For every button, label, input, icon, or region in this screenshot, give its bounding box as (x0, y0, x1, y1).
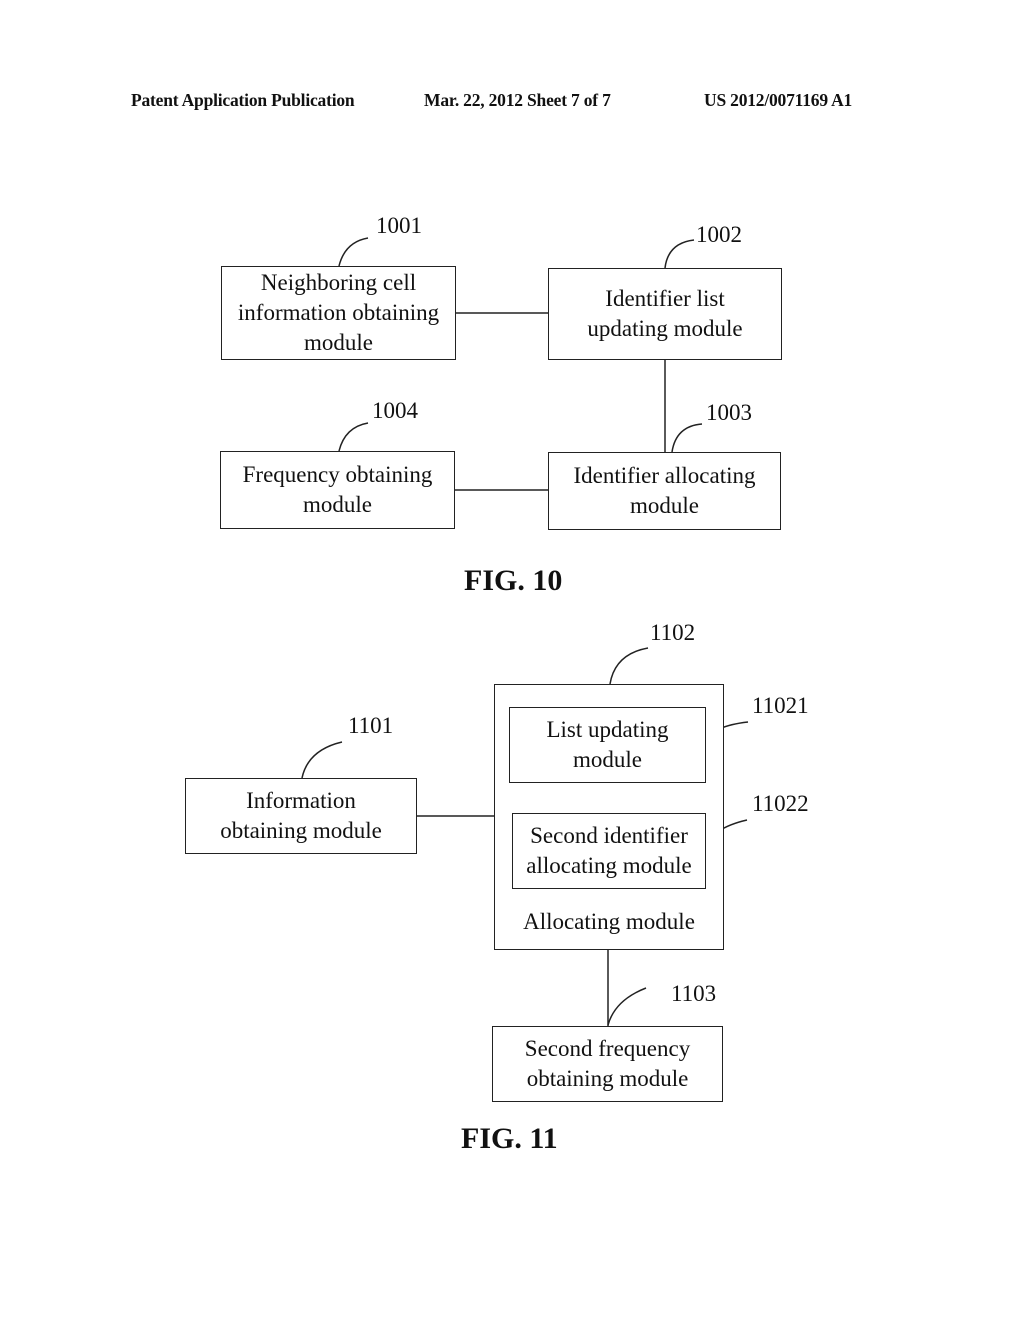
ref-label-1001: 1001 (376, 213, 422, 238)
ref-label-1102: 1102 (650, 620, 696, 645)
leader-1003 (671, 423, 703, 453)
module-label-1103: Second frequency obtaining module (524, 1036, 691, 1091)
ref-label-1002: 1002 (696, 222, 742, 247)
leader-1103 (607, 987, 647, 1026)
ref-label-1101: 1101 (348, 713, 394, 738)
module-box-1002: Identifier list updating module (548, 268, 782, 360)
module-label-1101: Information obtaining module (220, 788, 382, 843)
module-label-11022: Second identifier allocating module (526, 823, 692, 878)
module-box-1103: Second frequency obtaining module (492, 1026, 723, 1102)
leader-1004 (338, 422, 369, 452)
ref-label-11021: 11021 (752, 693, 809, 718)
module-box-11022: Second identifier allocating module (512, 813, 706, 889)
figure-caption-10: FIG. 10 (464, 564, 563, 597)
module-label-1002: Identifier list updating module (587, 286, 743, 341)
leader-1001 (338, 237, 369, 267)
module-box-1004: Frequency obtaining module (220, 451, 455, 529)
ref-label-11022: 11022 (752, 791, 809, 816)
module-label-1004: Frequency obtaining module (242, 462, 433, 517)
module-box-1003: Identifier allocating module (548, 452, 781, 530)
leader-1102 (609, 647, 649, 685)
module-label-1003: Identifier allocating module (573, 463, 756, 518)
module-label-11021: List updating module (546, 717, 669, 772)
ref-label-1103: 1103 (671, 981, 717, 1006)
ref-label-1003: 1003 (706, 400, 752, 425)
ref-label-1004: 1004 (372, 398, 418, 423)
module-box-1001: Neighboring cell information obtaining m… (221, 266, 456, 360)
module-label-1001: Neighboring cell information obtaining m… (237, 270, 440, 355)
figure-caption-11: FIG. 11 (461, 1122, 558, 1155)
leader-1002 (664, 239, 695, 269)
module-label-1102: Allocating module (523, 909, 695, 934)
module-box-1101: Information obtaining module (185, 778, 417, 854)
leader-1101 (301, 741, 343, 779)
module-box-11021: List updating module (509, 707, 706, 783)
